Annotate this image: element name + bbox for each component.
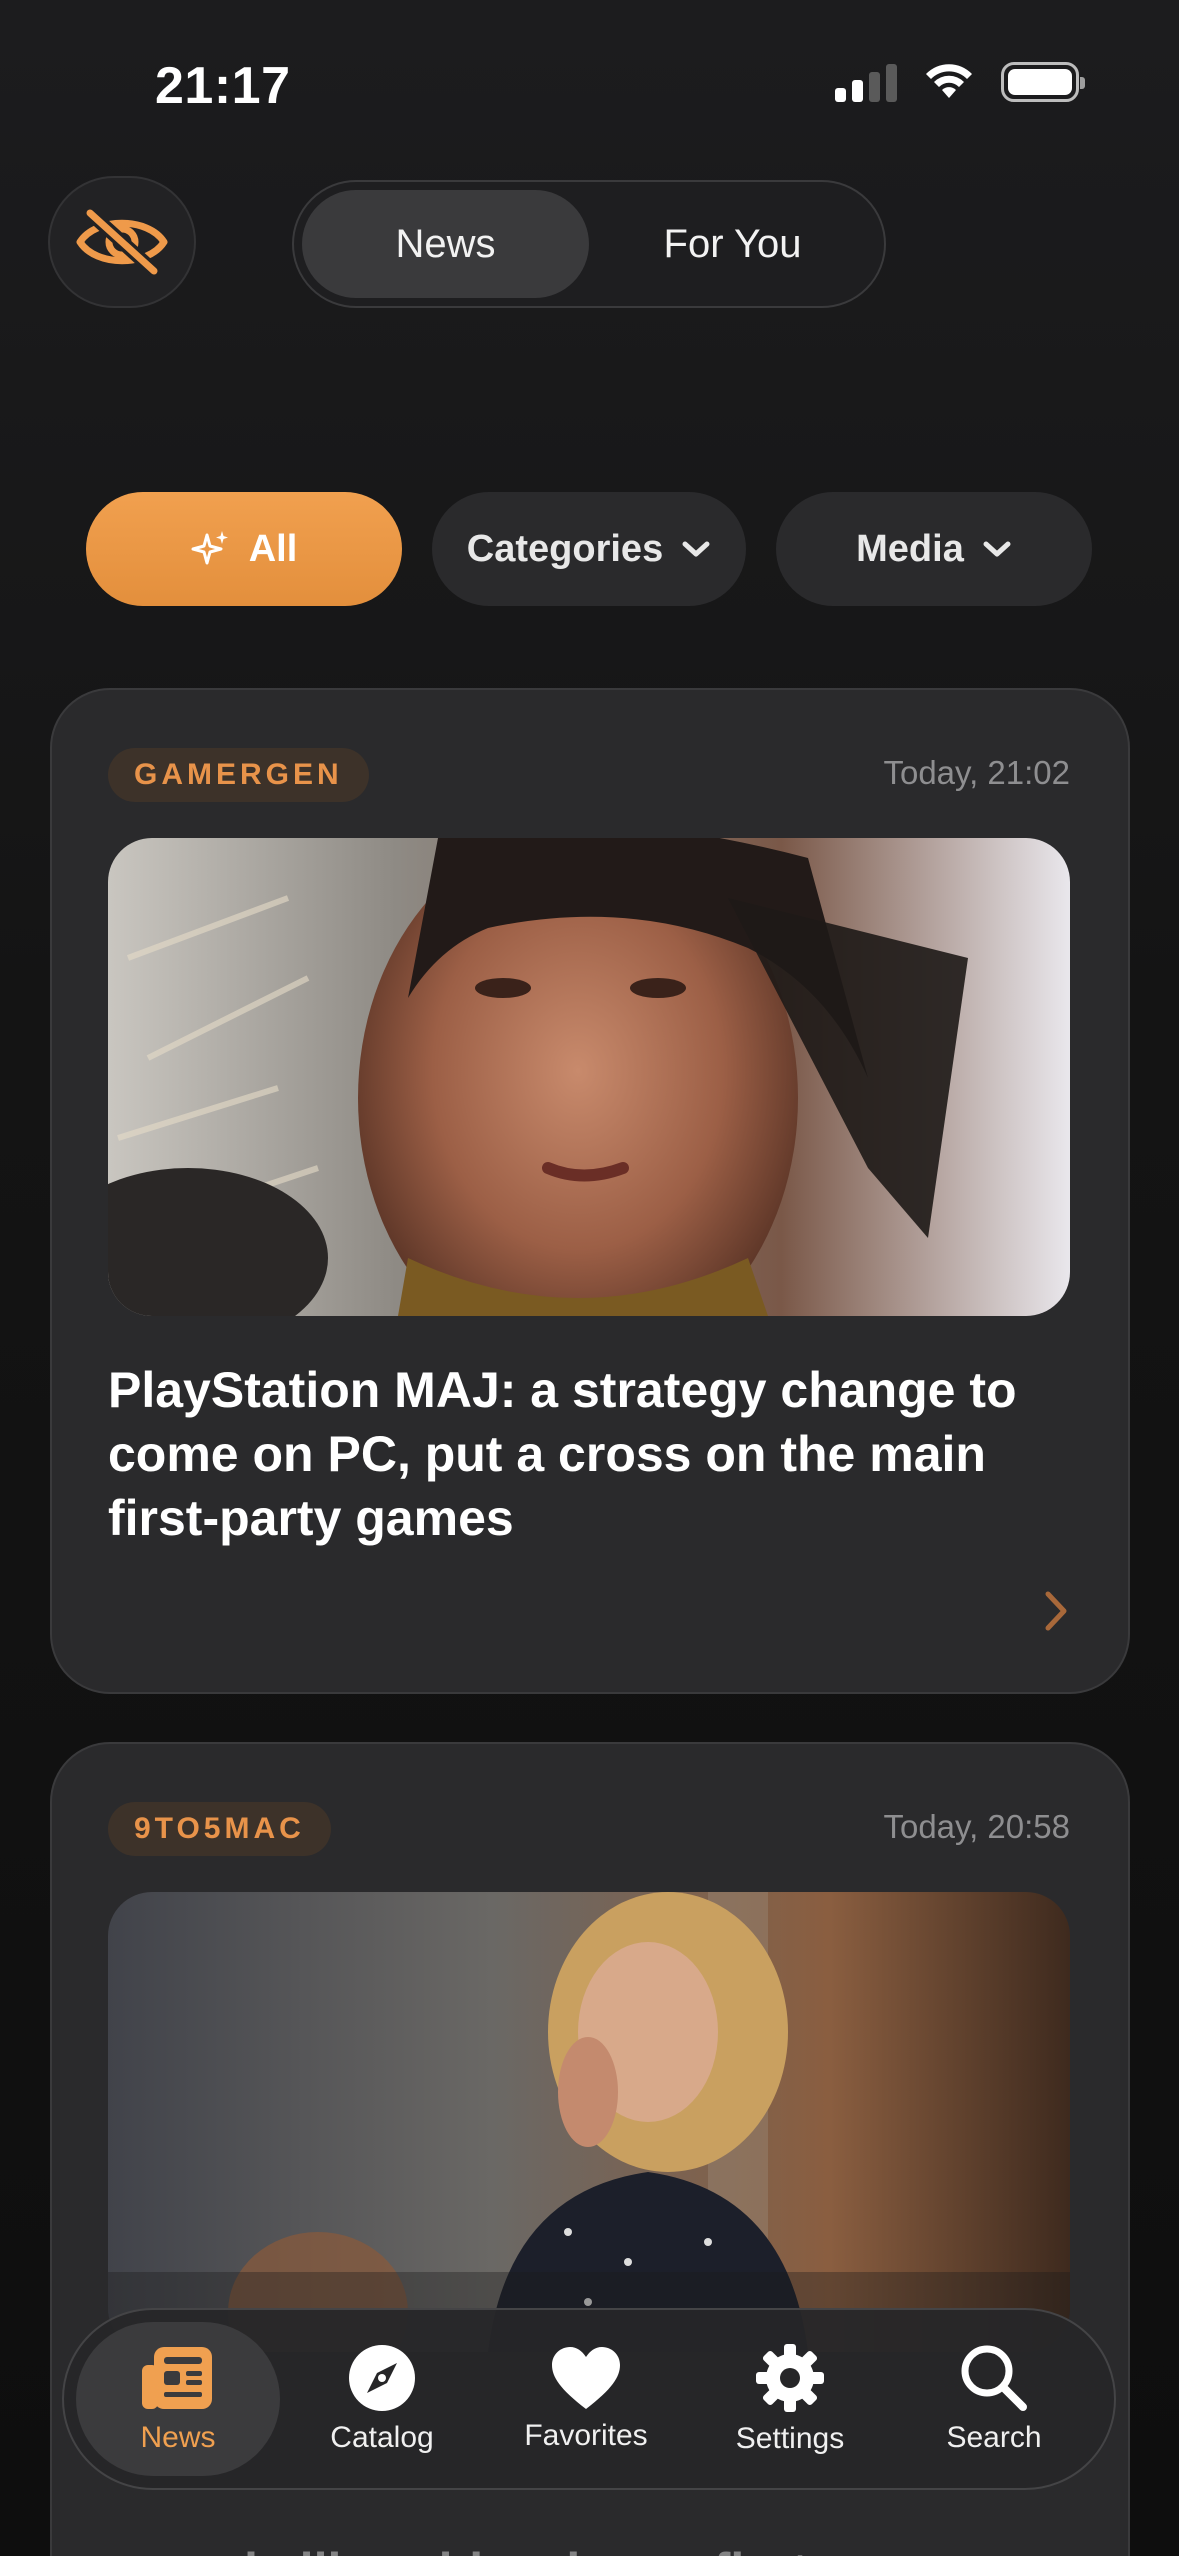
tab-bar-settings[interactable]: Settings (688, 2322, 892, 2476)
filter-all-label: All (248, 527, 298, 570)
heart-icon (552, 2347, 620, 2409)
status-bar: 21:17 (0, 0, 1179, 170)
feed-segmented-control: News For You (292, 180, 886, 308)
article-title: PlayStation MAJ: a strategy change to co… (108, 1362, 1017, 1546)
tab-news[interactable]: News (302, 190, 589, 298)
search-icon (961, 2345, 1027, 2411)
status-time: 21:17 (155, 57, 291, 115)
chevron-right-icon (1045, 1591, 1067, 1631)
eye-slash-icon (76, 207, 168, 277)
chevron-down-icon (983, 541, 1011, 557)
media-label: Media (856, 527, 964, 570)
article-card[interactable]: GAMERGEN Today, 21:02 PlayStation MAJ: a… (50, 688, 1130, 1694)
tab-for-you[interactable]: For You (589, 190, 876, 298)
hide-read-toggle-button[interactable] (48, 176, 196, 308)
tab-label: Settings (735, 2422, 845, 2455)
article-timestamp: Today, 21:02 (883, 754, 1070, 791)
sparkles-icon (191, 531, 228, 565)
categories-dropdown[interactable]: Categories (432, 492, 746, 606)
tab-bar-favorites[interactable]: Favorites (484, 2322, 688, 2476)
tab-label: Search (946, 2421, 1042, 2454)
tab-label: News (140, 2421, 216, 2454)
wifi-icon (926, 64, 972, 98)
compass-icon (349, 2345, 415, 2411)
bottom-tab-bar: News Catalog Favorites Settings Search (62, 2308, 1116, 2490)
gear-icon (756, 2344, 824, 2412)
tab-bar-catalog[interactable]: Catalog (280, 2322, 484, 2476)
filter-all-button[interactable]: All (86, 492, 402, 606)
status-icons (835, 62, 1085, 102)
tab-label: Catalog (330, 2421, 434, 2454)
media-dropdown[interactable]: Media (776, 492, 1092, 606)
article-image (108, 1892, 1070, 2352)
tab-label: Favorites (524, 2419, 648, 2452)
categories-label: Categories (466, 527, 664, 570)
source-badge: GAMERGEN (108, 748, 369, 802)
chevron-down-icon (682, 541, 710, 557)
tab-bar-search[interactable]: Search (892, 2322, 1096, 2476)
article-title: sounds like a big winner, first (108, 2539, 1078, 2556)
article-timestamp: Today, 20:58 (883, 1808, 1070, 1845)
article-image (108, 838, 1070, 1316)
newspaper-icon (142, 2347, 212, 2409)
cellular-signal-icon (835, 62, 897, 102)
battery-icon (1001, 62, 1085, 102)
source-badge: 9TO5MAC (108, 1802, 331, 1856)
tab-bar-news[interactable]: News (76, 2322, 280, 2476)
news-screen: 21:17 News For You All Categories Media … (0, 0, 1179, 2556)
